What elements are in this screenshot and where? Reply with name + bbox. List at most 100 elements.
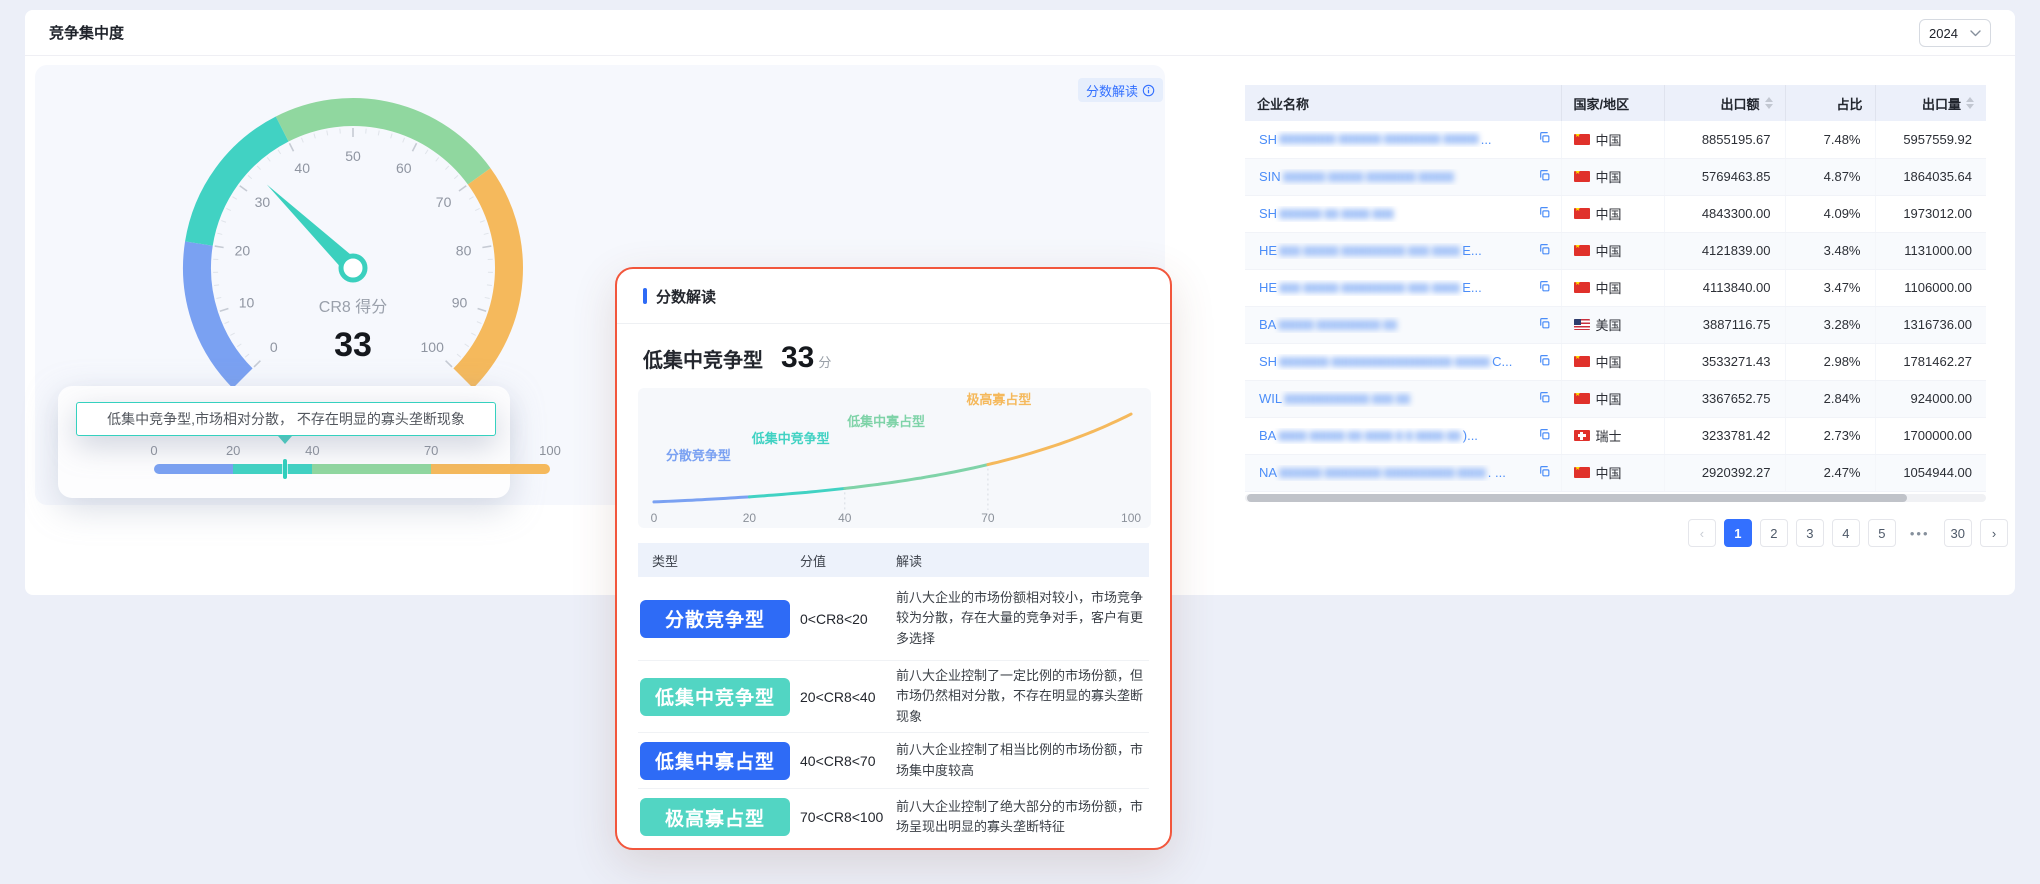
year-select[interactable]: 2024: [1919, 19, 1991, 47]
company-name[interactable]: SH██████ ██ ████ ███: [1245, 206, 1561, 222]
accent-bar: [643, 288, 647, 304]
copy-icon[interactable]: [1538, 169, 1551, 185]
company-name-prefix: SH: [1259, 132, 1277, 147]
country-name: 瑞士: [1596, 426, 1622, 445]
share-percent: 3.28%: [1785, 306, 1875, 343]
country-cell: 瑞士: [1562, 426, 1664, 445]
share-percent: 2.73%: [1785, 417, 1875, 454]
country-name: 中国: [1596, 204, 1622, 223]
company-table-row: SIN██████ █████ ███████ █████中国5769463.8…: [1245, 158, 1986, 195]
page-button-5[interactable]: 5: [1868, 519, 1896, 547]
pagination-ellipsis: •••: [1904, 519, 1936, 547]
page-button-1[interactable]: 1: [1724, 519, 1752, 547]
score-scale-bar: 0204070100: [154, 443, 550, 487]
page-button-30[interactable]: 30: [1944, 519, 1972, 547]
gauge-tick-label: 100: [421, 339, 445, 355]
export-value: 3533271.43: [1664, 343, 1785, 380]
column-header-出口量[interactable]: 出口量: [1875, 85, 1986, 121]
gauge-tick-label: 50: [345, 148, 361, 164]
company-name[interactable]: SH███████ █████████████████ █████C...: [1245, 354, 1561, 370]
company-name[interactable]: HE███ █████ █████████ ███ ████E...: [1245, 280, 1561, 296]
score-explain-button[interactable]: 分数解读: [1078, 78, 1163, 102]
scrollbar-thumb[interactable]: [1247, 494, 1907, 502]
company-name-suffix: C...: [1492, 354, 1512, 369]
company-name[interactable]: SH████████ ██████ ████████ █████...: [1245, 131, 1561, 147]
scale-bar-tick-label: 0: [150, 443, 157, 458]
company-table-row: SH███████ █████████████████ █████C...中国3…: [1245, 343, 1986, 380]
copy-icon[interactable]: [1538, 206, 1551, 222]
flag-icon-cn: [1574, 282, 1590, 293]
copy-icon[interactable]: [1538, 354, 1551, 370]
score-type-table-header: 类型 分值 解读: [638, 543, 1149, 577]
company-name[interactable]: HE███ █████ █████████ ███ ████E...: [1245, 243, 1561, 259]
gauge-label: CR8 得分: [319, 298, 387, 316]
gauge-tick-label: 10: [239, 295, 255, 311]
score-type-table: 类型 分值 解读 分散竞争型0<CR8<20前八大企业的市场份额相对较小，市场竞…: [638, 543, 1149, 845]
horizontal-scrollbar[interactable]: [1245, 494, 1986, 502]
copy-icon[interactable]: [1538, 317, 1551, 333]
company-name[interactable]: NA██████ ████████ ██████████ ████. ...: [1245, 465, 1561, 481]
page-title: 竞争集中度: [25, 22, 124, 43]
gauge-value: 33: [334, 326, 372, 364]
column-header-label: 占比: [1836, 94, 1862, 113]
copy-icon[interactable]: [1538, 391, 1551, 407]
page-button-4[interactable]: 4: [1832, 519, 1860, 547]
copy-icon[interactable]: [1538, 131, 1551, 147]
company-name[interactable]: WIL████████████ ███ ██: [1245, 391, 1561, 407]
tooltip-arrow: [278, 436, 292, 444]
scale-bar-segment: [312, 464, 431, 474]
company-name[interactable]: BA█████ █████████ ██: [1245, 317, 1561, 333]
curve-segment-label: 低集中竞争型: [751, 431, 830, 446]
column-header-占比: 占比: [1785, 85, 1875, 121]
company-name[interactable]: SIN██████ █████ ███████ █████: [1245, 169, 1561, 185]
score-unit: 分: [818, 352, 831, 371]
pagination: ‹12345•••30›: [1688, 519, 2008, 547]
share-percent: 4.87%: [1785, 158, 1875, 195]
share-percent: 2.98%: [1785, 343, 1875, 380]
scale-bar-segment: [233, 464, 312, 474]
cr8-gauge-chart: 0102030405060708090100CR8 得分33: [165, 80, 545, 410]
export-value: 3887116.75: [1664, 306, 1785, 343]
info-icon: [1142, 84, 1155, 97]
curve-segment-label: 低集中寡占型: [846, 414, 925, 429]
company-name-suffix: E...: [1462, 280, 1482, 295]
copy-icon[interactable]: [1538, 280, 1551, 296]
dashboard-page: 竞争集中度 2024 分数解读 0102030405060708090100CR…: [0, 0, 2040, 884]
curve-x-tick: 70: [981, 511, 995, 525]
export-volume: 1054944.00: [1875, 454, 1986, 491]
export-volume: 1316736.00: [1875, 306, 1986, 343]
score-category: 低集中竞争型: [643, 344, 763, 373]
score-explain-popup: 分数解读 低集中竞争型 33 分 0204070100分散竞争型低集中竞争型低集…: [615, 267, 1172, 850]
company-name-prefix: BA: [1259, 317, 1276, 332]
gauge-tick-label: 30: [255, 194, 271, 210]
column-header-出口额[interactable]: 出口额: [1664, 85, 1785, 121]
curve-segment: [749, 488, 844, 496]
flag-icon-cn: [1574, 171, 1590, 182]
copy-icon[interactable]: [1538, 465, 1551, 481]
company-name-suffix: E...: [1462, 243, 1482, 258]
column-header-国家/地区: 国家/地区: [1561, 85, 1664, 121]
company-name-prefix: SH: [1259, 354, 1277, 369]
curve-segment: [845, 465, 988, 489]
company-name-suffix: ...: [1481, 132, 1492, 147]
company-name-redacted: ████████████ ███ ██: [1284, 394, 1410, 404]
page-button-3[interactable]: 3: [1796, 519, 1824, 547]
copy-icon[interactable]: [1538, 428, 1551, 444]
company-name[interactable]: BA████ █████ ██ ████ █ █ ████ ██)...: [1245, 428, 1561, 444]
company-table: 企业名称国家/地区出口额占比出口量 SH████████ ██████ ████…: [1245, 85, 1986, 492]
gauge-tick-label: 60: [396, 160, 412, 176]
column-header-label: 出口额: [1720, 94, 1759, 113]
export-value: 2920392.27: [1664, 454, 1785, 491]
export-volume: 5957559.92: [1875, 121, 1986, 158]
page-button-2[interactable]: 2: [1760, 519, 1788, 547]
type-description: 前八大企业的市场份额相对较小，市场竞争较为分散，存在大量的竞争对手，客户有更多选…: [896, 588, 1149, 648]
company-name-prefix: SH: [1259, 206, 1277, 221]
next-page-button[interactable]: ›: [1980, 519, 2008, 547]
sort-icon[interactable]: [1966, 97, 1974, 109]
sort-icon[interactable]: [1765, 97, 1773, 109]
export-value: 3233781.42: [1664, 417, 1785, 454]
copy-icon[interactable]: [1538, 243, 1551, 259]
company-table-row: NA██████ ████████ ██████████ ████. ...中国…: [1245, 454, 1986, 491]
curve-segment: [988, 414, 1131, 465]
country-name: 中国: [1596, 278, 1622, 297]
